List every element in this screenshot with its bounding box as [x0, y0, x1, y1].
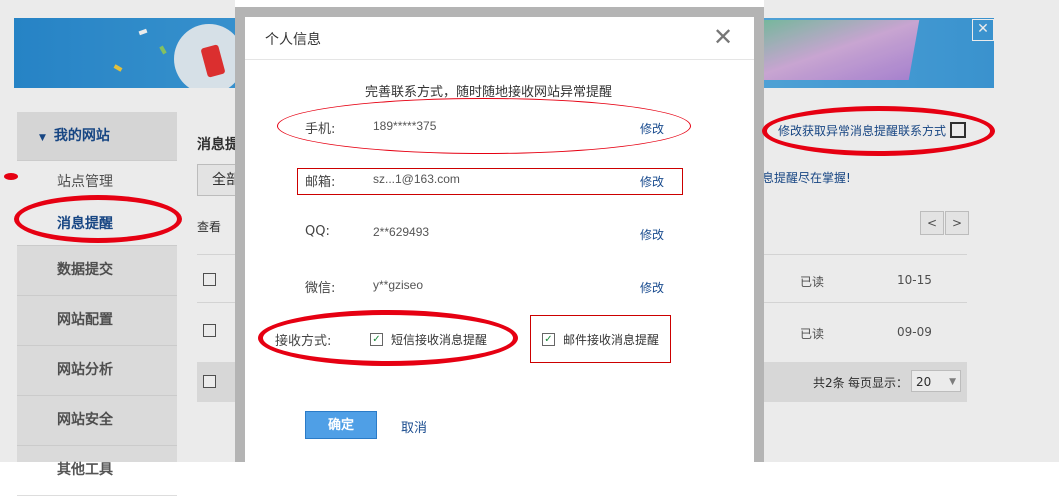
personal-info-dialog: 个人信息 ✕ 完善联系方式，随时随地接收网站异常提醒 手机: 189*****3… [245, 17, 754, 462]
annotation-box-email [297, 168, 683, 195]
confirm-button[interactable]: 确定 [305, 411, 377, 439]
close-icon[interactable]: ✕ [713, 23, 733, 51]
wechat-value: y**gziseo [373, 278, 424, 292]
dialog-header: 个人信息 ✕ [245, 17, 754, 60]
modal-backdrop-right [764, 0, 1059, 462]
annotation-ellipse-phone [277, 98, 691, 154]
annotation-ellipse-edit-link [762, 106, 995, 156]
annotation-ellipse-receive-method [258, 310, 518, 366]
annotation-box-email-option [530, 315, 671, 363]
edit-wechat-link[interactable]: 修改 [640, 279, 664, 296]
dialog-title: 个人信息 [265, 32, 321, 48]
wechat-label: 微信: [305, 281, 336, 296]
annotation-dot [4, 173, 18, 180]
qq-value: 2**629493 [373, 225, 430, 239]
edit-qq-link[interactable]: 修改 [640, 226, 664, 243]
cancel-button[interactable]: 取消 [401, 417, 427, 436]
qq-label: QQ: [305, 224, 330, 239]
annotation-ellipse-sidebar [14, 195, 182, 243]
